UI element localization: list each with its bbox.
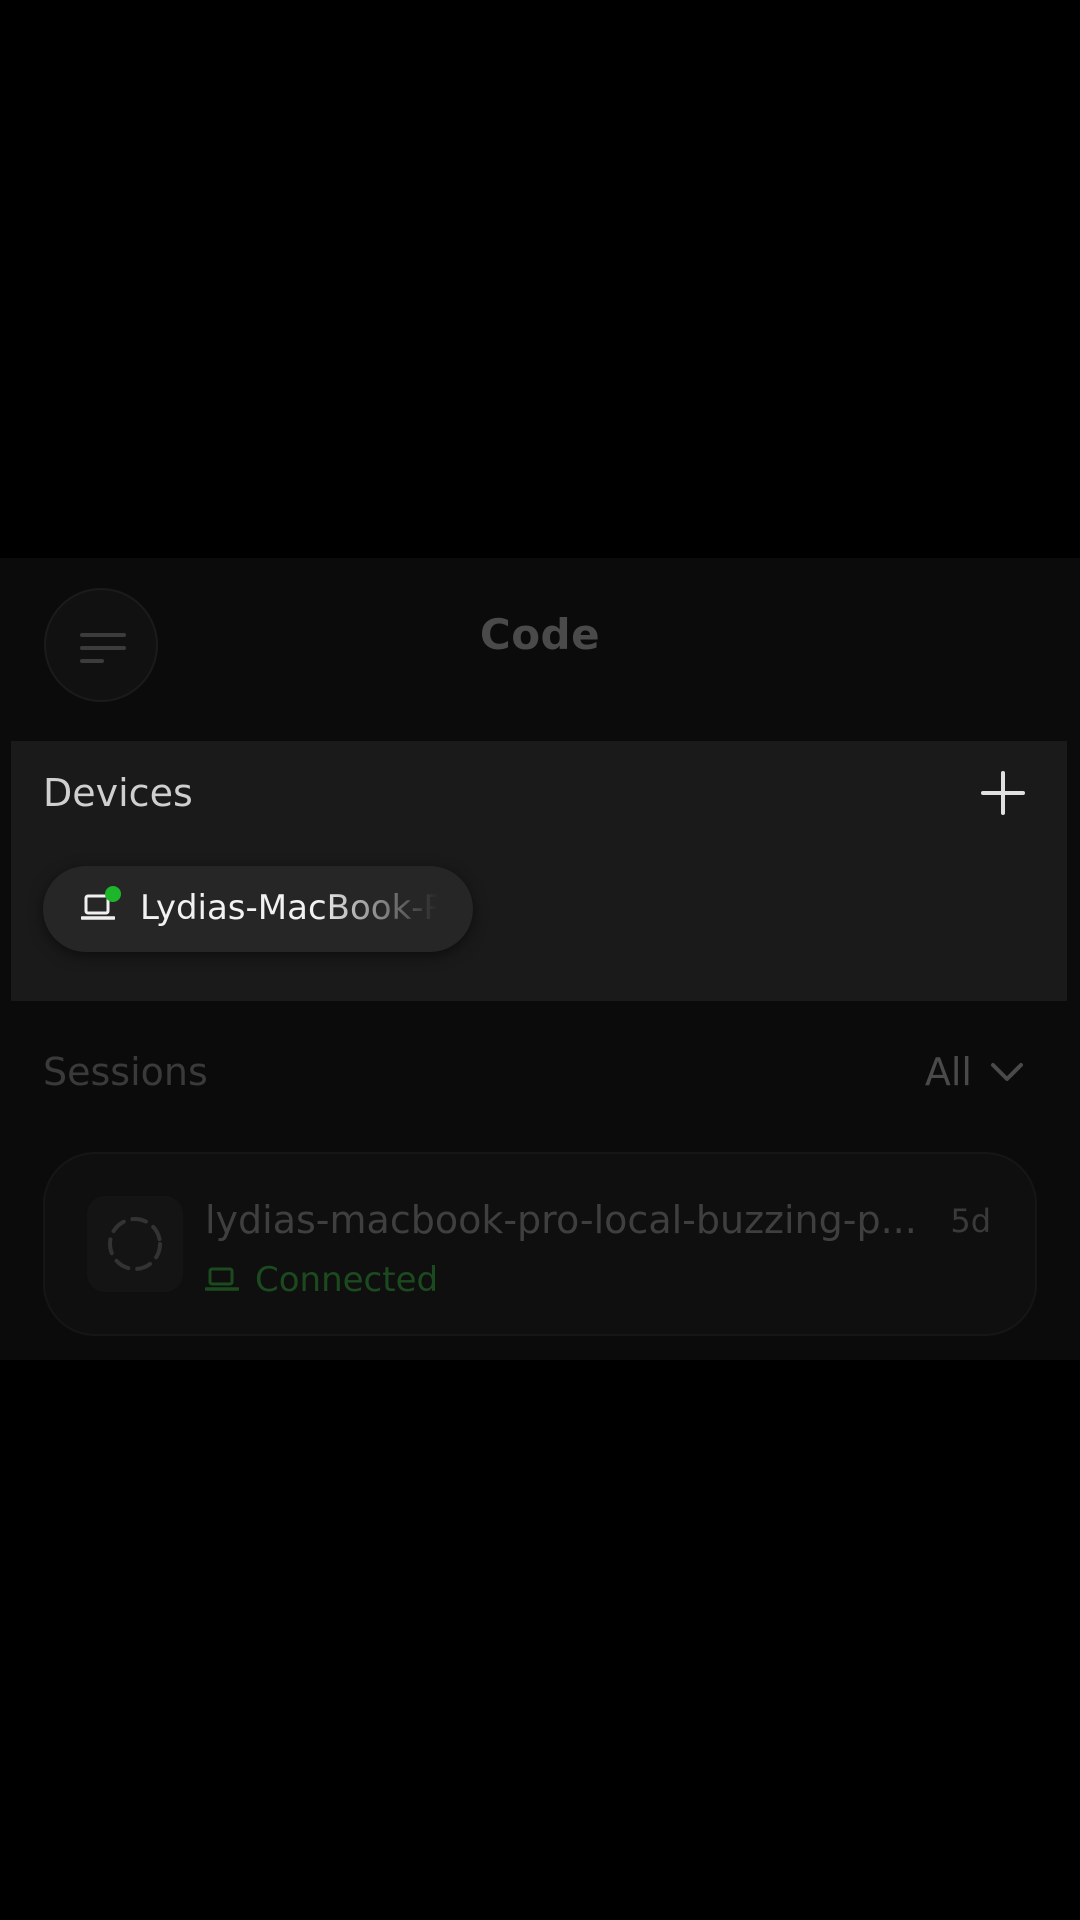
session-status: Connected	[205, 1258, 438, 1302]
add-device-button[interactable]	[977, 767, 1029, 819]
plus-icon	[981, 771, 1025, 815]
session-age: 5d	[950, 1202, 991, 1240]
screen: Code Devices Lydias-MacBook-Pro Sessions	[0, 0, 1080, 1920]
loading-spinner-icon	[108, 1217, 162, 1271]
sessions-title: Sessions	[43, 1050, 208, 1094]
device-chip[interactable]: Lydias-MacBook-Pro	[43, 866, 473, 952]
sessions-filter-dropdown[interactable]: All	[925, 1048, 1024, 1096]
online-status-dot	[105, 886, 121, 902]
code-sheet: Code Devices Lydias-MacBook-Pro Sessions	[0, 558, 1080, 1360]
filter-label: All	[924, 1050, 972, 1094]
devices-title: Devices	[43, 771, 193, 815]
chevron-down-icon	[991, 1063, 1023, 1081]
laptop-icon	[205, 1267, 239, 1291]
session-card[interactable]: lydias-macbook-pro-local-buzzing-p... 5d…	[43, 1152, 1037, 1336]
session-thumbnail	[87, 1196, 183, 1292]
page-title: Code	[479, 610, 601, 659]
session-status-label: Connected	[255, 1260, 439, 1300]
device-name: Lydias-MacBook-Pro	[140, 888, 438, 928]
session-name: lydias-macbook-pro-local-buzzing-p...	[205, 1198, 917, 1242]
devices-panel: Devices Lydias-MacBook-Pro	[11, 741, 1067, 1001]
